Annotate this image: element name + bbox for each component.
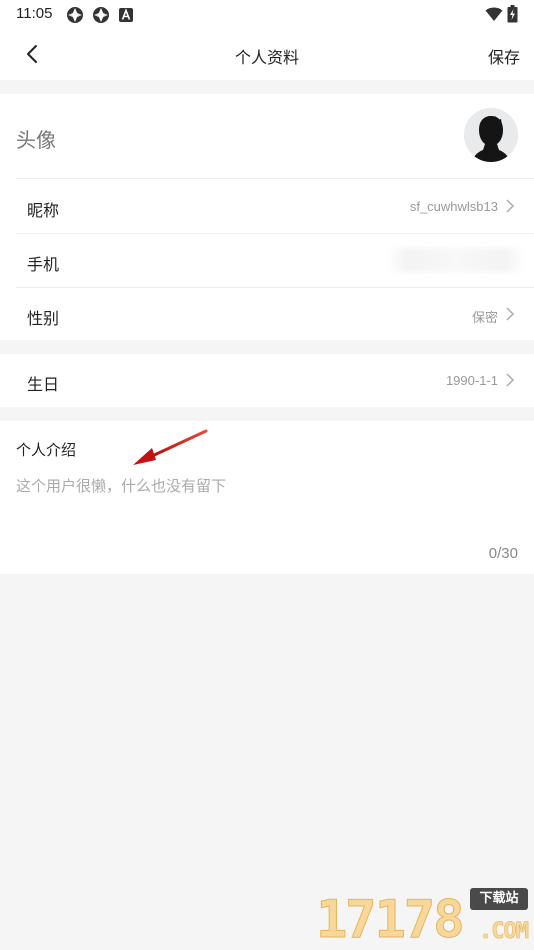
status-bar: 11:05 [0,0,534,28]
profile-basic-section: 头像 昵称 sf_cuwhwlsb13 手机 性别 保密 [0,94,534,340]
annotation-arrow-icon [133,429,208,465]
nickname-label: 昵称 [27,201,60,220]
wifi-icon [485,7,503,21]
avatar-label: 头像 [16,128,56,152]
phone-label: 手机 [27,255,60,274]
birthday-section: 生日 1990-1-1 [0,354,534,407]
status-notifications [66,6,134,24]
a-letter-icon [119,8,133,22]
battery-charging-icon [507,5,518,23]
gender-label: 性别 [27,309,60,328]
redacted-phone-number [386,248,526,272]
chevron-right-icon [506,373,515,387]
save-button[interactable]: 保存 [488,44,520,68]
chevron-right-icon [506,307,515,321]
birthday-label: 生日 [27,375,60,394]
intro-title: 个人介绍 [16,441,77,459]
divider [16,178,534,179]
avatar[interactable] [464,108,518,162]
gender-row[interactable]: 性别 保密 [0,288,534,341]
avatar-row[interactable]: 头像 [0,94,534,178]
app-notification-icon [93,7,109,23]
watermark-number: 17178 [316,890,466,950]
status-time: 11:05 [16,5,53,22]
intro-char-counter: 0/30 [488,545,518,562]
status-system-icons [485,5,518,23]
gender-value: 保密 [471,310,498,325]
nickname-value: sf_cuwhwlsb13 [409,199,498,214]
birthday-value: 1990-1-1 [445,373,498,388]
watermark-logo: 17178 下载站 .COM [304,884,534,950]
watermark-suffix: .COM [479,919,530,945]
watermark-badge: 下载站 [470,888,528,910]
phone-row[interactable]: 手机 [0,234,534,287]
chevron-right-icon [506,199,515,213]
intro-textarea[interactable] [16,475,516,535]
app-notification-icon [67,7,83,23]
intro-section: 个人介绍 0/30 [0,421,534,574]
page-title: 个人资料 [234,48,299,67]
birthday-row[interactable]: 生日 1990-1-1 [0,354,534,407]
nickname-row[interactable]: 昵称 sf_cuwhwlsb13 [0,180,534,233]
app-header: 个人资料 保存 [0,28,534,80]
user-silhouette-icon [464,108,518,162]
